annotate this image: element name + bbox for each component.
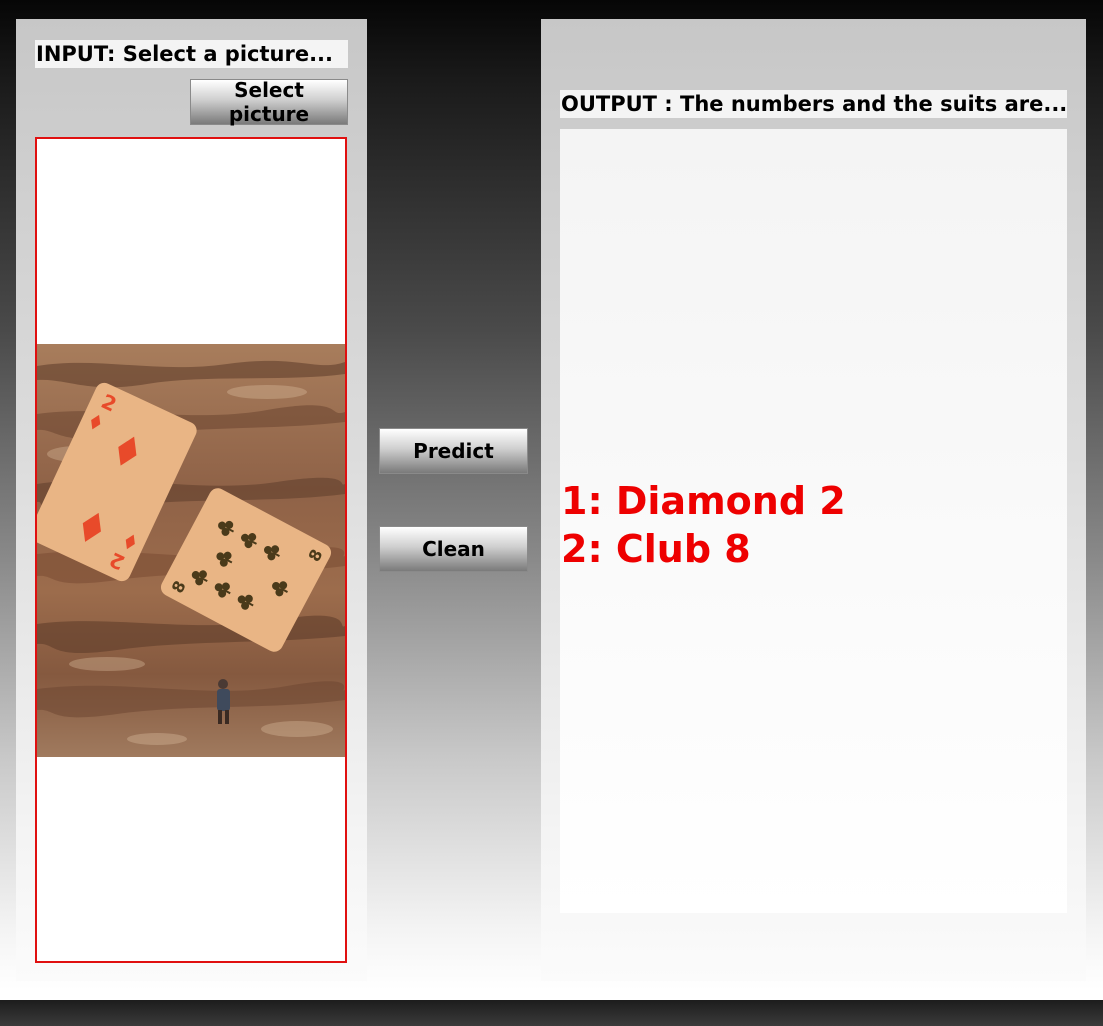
output-box: 1: Diamond 2 2: Club 8 bbox=[560, 129, 1067, 913]
result-list: 1: Diamond 2 2: Club 8 bbox=[561, 477, 846, 573]
output-panel: OUTPUT : The numbers and the suits are..… bbox=[541, 19, 1086, 981]
result-item: 1: Diamond 2 bbox=[561, 479, 846, 523]
clean-button[interactable]: Clean bbox=[379, 526, 528, 572]
select-picture-button[interactable]: Select picture bbox=[190, 78, 348, 126]
input-heading: INPUT: Select a picture... bbox=[35, 40, 348, 68]
input-panel: INPUT: Select a picture... Select pictur… bbox=[16, 19, 367, 981]
bottom-bar bbox=[0, 1000, 1103, 1026]
input-picture: 2 2 8 8 bbox=[37, 344, 345, 757]
picture-frame: 2 2 8 8 bbox=[35, 137, 347, 963]
result-item: 2: Club 8 bbox=[561, 527, 751, 571]
predict-button[interactable]: Predict bbox=[379, 428, 528, 474]
output-heading: OUTPUT : The numbers and the suits are..… bbox=[560, 90, 1067, 118]
